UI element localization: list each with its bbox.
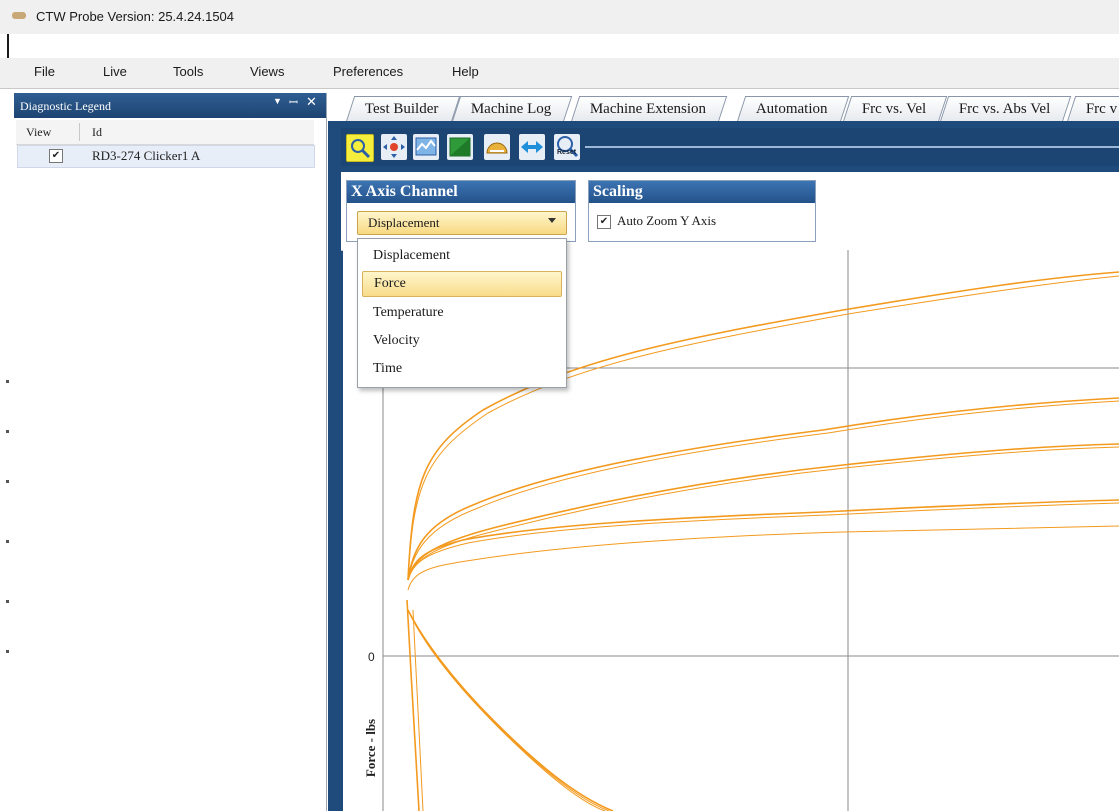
chart-icon[interactable] bbox=[413, 134, 439, 160]
option-time[interactable]: Time bbox=[362, 357, 560, 381]
strip-marker bbox=[6, 600, 9, 603]
close-icon[interactable]: ✕ bbox=[306, 94, 317, 110]
menu-views[interactable]: Views bbox=[250, 64, 284, 79]
tab-frc-vs-abs-vel[interactable]: Frc vs. Abs Vel bbox=[939, 96, 1072, 122]
window-title: CTW Probe Version: 25.4.24.1504 bbox=[36, 9, 235, 24]
option-label: Displacement bbox=[373, 248, 450, 263]
option-label: Velocity bbox=[373, 333, 420, 348]
column-divider[interactable] bbox=[79, 123, 80, 141]
legend-row-id: RD3-274 Clicker1 A bbox=[92, 148, 201, 163]
tab-label: Frc v bbox=[1085, 101, 1118, 117]
option-velocity[interactable]: Velocity bbox=[362, 329, 560, 353]
option-label: Force bbox=[374, 276, 406, 291]
tab-frc-vs-vel[interactable]: Frc vs. Vel bbox=[842, 96, 948, 122]
option-force[interactable]: Force bbox=[362, 271, 562, 297]
y-axis-label: Force - lbs bbox=[363, 718, 378, 778]
tab-label: Automation bbox=[755, 101, 828, 117]
tab-label: Machine Log bbox=[470, 101, 552, 117]
menu-file[interactable]: File bbox=[34, 64, 55, 79]
legend-title: Diagnostic Legend bbox=[20, 99, 111, 113]
y-axis-zero-tick: 0 bbox=[368, 650, 375, 664]
menu-preferences[interactable]: Preferences bbox=[333, 64, 403, 79]
strip-marker bbox=[6, 540, 9, 543]
app-logo-icon bbox=[12, 12, 26, 19]
auto-zoom-label: Auto Zoom Y Axis bbox=[617, 213, 717, 228]
tab-automation[interactable]: Automation bbox=[736, 96, 849, 122]
column-id[interactable]: Id bbox=[92, 125, 102, 140]
pan-icon[interactable] bbox=[381, 134, 407, 160]
tab-machine-log[interactable]: Machine Log bbox=[451, 96, 573, 122]
tab-machine-extension[interactable]: Machine Extension bbox=[570, 96, 728, 122]
chevron-down-icon[interactable] bbox=[548, 218, 556, 223]
title-spacer bbox=[0, 34, 1119, 58]
x-axis-selected-value: Displacement bbox=[368, 215, 440, 230]
x-axis-channel-header: X Axis Channel bbox=[347, 181, 575, 203]
fit-width-icon[interactable] bbox=[519, 134, 545, 160]
view-checkbox[interactable]: ✔ bbox=[49, 149, 63, 163]
menu-bar bbox=[0, 58, 1119, 89]
gauge-icon[interactable] bbox=[484, 134, 510, 160]
option-temperature[interactable]: Temperature bbox=[362, 301, 560, 325]
tab-test-builder[interactable]: Test Builder bbox=[345, 96, 460, 122]
fill-icon[interactable] bbox=[447, 134, 473, 160]
menu-live[interactable]: Live bbox=[103, 64, 127, 79]
auto-zoom-checkbox[interactable]: ✔ bbox=[597, 215, 611, 229]
tab-label: Test Builder bbox=[364, 101, 439, 117]
tab-label: Machine Extension bbox=[589, 101, 707, 117]
window-edge bbox=[7, 34, 9, 58]
strip-marker bbox=[6, 430, 9, 433]
reset-label: Reset bbox=[557, 149, 577, 156]
strip-marker bbox=[6, 650, 9, 653]
reset-zoom-icon[interactable]: Reset bbox=[554, 134, 580, 160]
left-dock-strip bbox=[0, 93, 9, 811]
menu-help[interactable]: Help bbox=[452, 64, 479, 79]
scaling-group: Scaling bbox=[588, 180, 816, 242]
toolbar-divider bbox=[585, 146, 1119, 148]
tab-label: Frc vs. Vel bbox=[861, 101, 927, 117]
pin-icon[interactable]: ꟷ bbox=[289, 95, 298, 110]
tab-label: Frc vs. Abs Vel bbox=[958, 101, 1051, 117]
option-displacement[interactable]: Displacement bbox=[362, 244, 560, 268]
menu-tools[interactable]: Tools bbox=[173, 64, 203, 79]
tab-frc-v[interactable]: Frc v bbox=[1066, 96, 1119, 122]
diagnostic-legend-panel bbox=[14, 93, 327, 811]
dropdown-icon[interactable]: ▼ bbox=[273, 96, 282, 106]
strip-marker bbox=[6, 380, 9, 383]
option-label: Temperature bbox=[373, 305, 444, 320]
scaling-header: Scaling bbox=[589, 181, 815, 203]
legend-column-header bbox=[16, 120, 314, 145]
column-view[interactable]: View bbox=[26, 125, 51, 140]
option-label: Time bbox=[373, 361, 403, 376]
strip-marker bbox=[6, 480, 9, 483]
zoom-icon[interactable] bbox=[346, 134, 374, 162]
